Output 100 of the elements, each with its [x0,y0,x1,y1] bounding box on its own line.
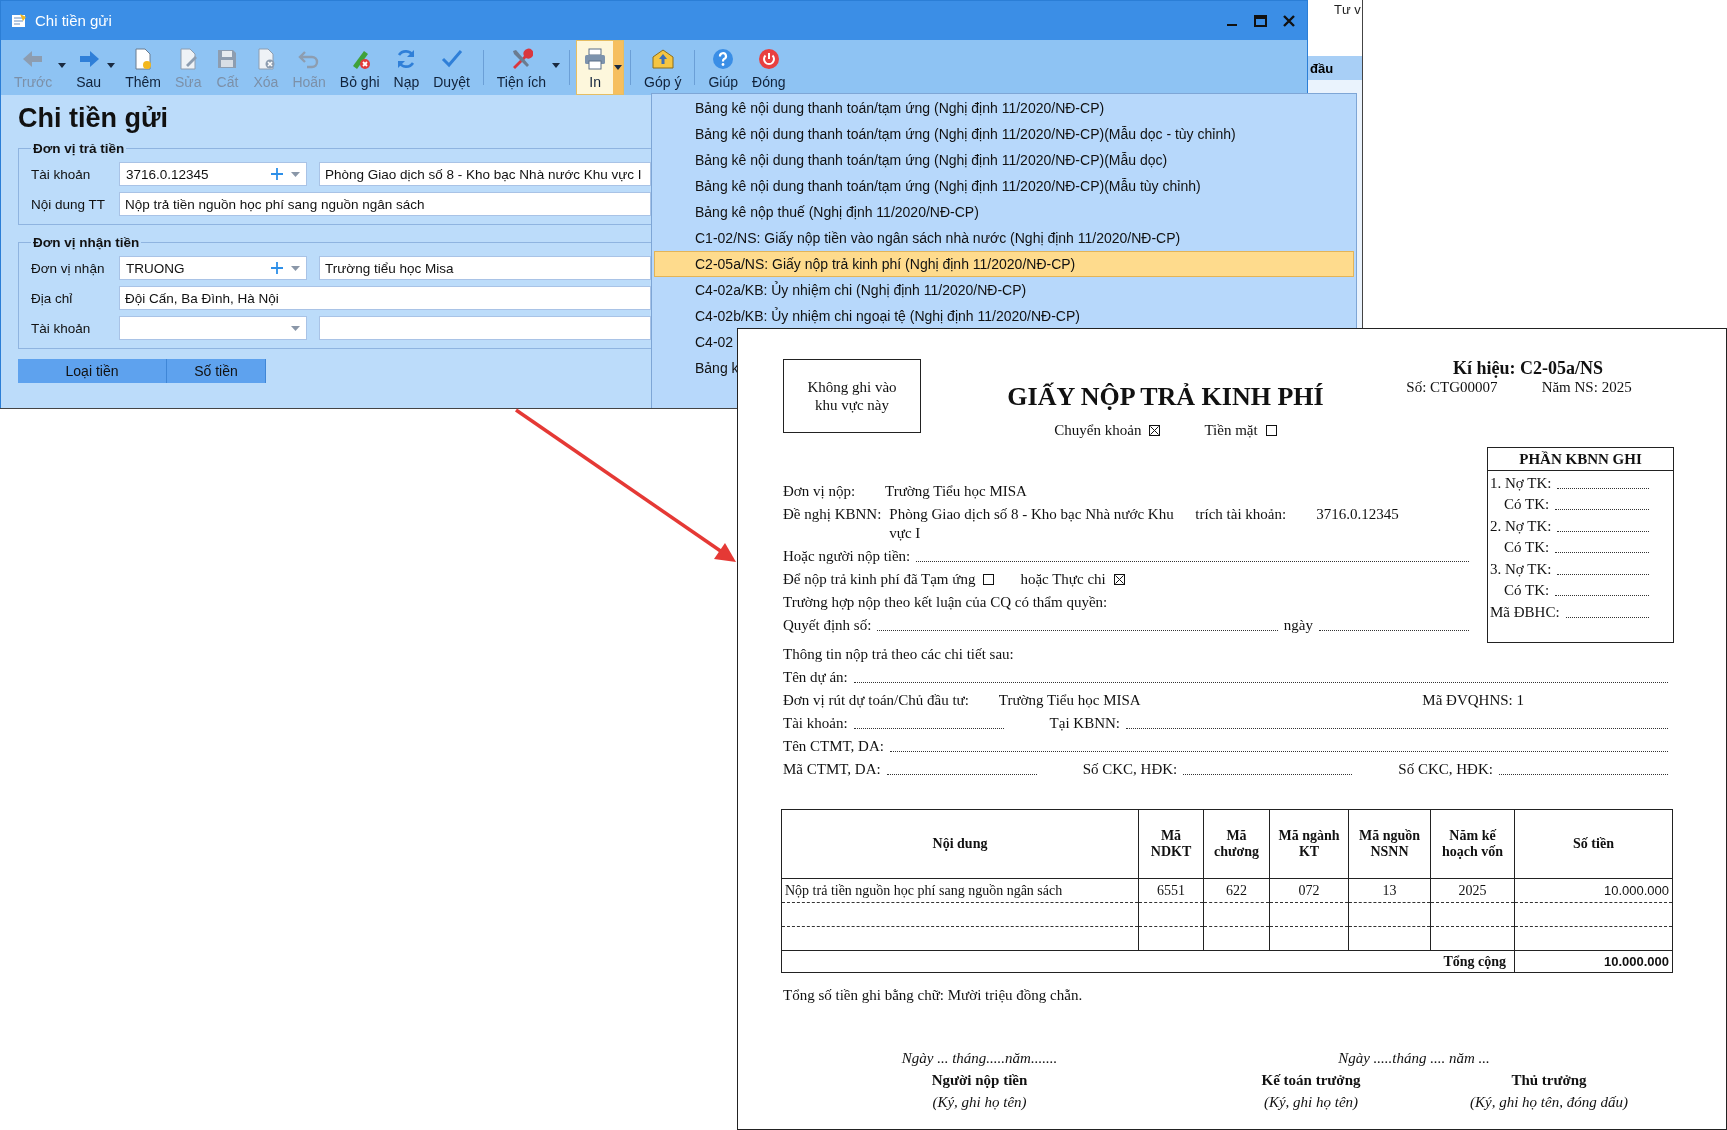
menu-item[interactable]: Bảng kê nội dung thanh toán/tạm ứng (Nghị định 11/2020/NĐ-CP)(Mẫu dọc) [654,147,1354,173]
signature-date: Ngày .....tháng .... năm ... [1337,1049,1491,1068]
table-cell: 2025 [1430,878,1515,903]
tray-arrow-icon [650,47,675,71]
field-label: Nội dung TT [31,196,107,212]
budget-year: Năm NS: 2025 [1541,379,1632,396]
menu-item[interactable]: Bảng kê nội dung thanh toán/tạm ứng (Nghị định 11/2020/NĐ-CP)(Mẫu dọc - tùy chỉnh) [654,121,1354,147]
form-label: Đơn vị nộp: [783,482,856,501]
toolbar-button[interactable]: Góp ý [637,40,689,95]
box-title: PHẦN KBNN GHI [1488,448,1673,471]
caret-icon [291,171,300,177]
caret-icon [291,325,300,331]
column-header[interactable]: Loại tiền [18,359,167,383]
caret-icon [291,265,300,271]
toolbar-button[interactable]: Thêm [118,40,168,95]
signer-title: Kế toán trưởng [1260,1071,1362,1090]
menu-item[interactable]: Bảng kê nội dung thanh toán/tạm ứng (Nghị định 11/2020/NĐ-CP)(Mẫu tùy chỉnh) [654,173,1354,199]
table-cell: 10.000.000 [1514,950,1673,973]
column-header: Năm kế hoạch vốn [1430,809,1515,879]
column-header: Mã nguồn NSNN [1348,809,1431,879]
form-label: Hoặc người nộp tiền: [783,547,911,566]
input-field[interactable]: Phòng Giao dịch số 8 - Kho bạc Nhà nước Khu vực I [319,162,651,186]
form-title: Chi tiền gửi [18,103,170,133]
column-header: Mã ngành KT [1269,809,1349,879]
form-label: 1. Nợ TK: [1490,473,1552,493]
field-label: Đơn vị nhận [31,260,106,276]
table-cell: 13 [1348,878,1431,903]
form-label: Số CKC, HĐK: [1398,760,1493,779]
form-label: Số CKC, HĐK: [1082,760,1178,779]
close-icon[interactable] [1283,14,1295,27]
toolbar-button[interactable]: Nạp [386,40,427,95]
window-title: Chi tiền gửi [35,12,113,29]
form-label: Mã CTMT, DA: [783,760,881,779]
field-label: Địa chỉ [31,290,74,306]
form-label: Thông tin nộp trả theo các chi tiết sau: [783,645,1014,664]
menu-item[interactable]: C4-02a/KB: Ủy nhiệm chi (Nghị định 11/2020/NĐ-CP) [654,277,1354,303]
input-field[interactable]: Trường tiểu học Misa [319,256,651,280]
menu-item[interactable]: Bảng kê nội dung thanh toán/tạm ứng (Nghị định 11/2020/NĐ-CP) [654,95,1354,121]
input-field[interactable]: Nộp trả tiền nguồn học phí sang nguồn ngân sách [119,192,651,216]
table-cell: 6551 [1138,878,1204,903]
form-label: Tại KBNN: [1049,714,1120,733]
option-label: Tiền mặt [1204,422,1258,439]
form-label: Có TK: [1504,495,1550,514]
menu-item[interactable]: C2-05a/NS: Giấy nộp trả kinh phí (Nghị định 11/2020/NĐ-CP) [654,251,1354,277]
option-label: Để nộp trả kinh phí đã Tạm ứng [783,570,976,589]
form-label: Có TK: [1504,538,1550,557]
table-cell: 622 [1203,878,1270,903]
form-label: Tài khoản: [783,714,848,733]
column-header[interactable]: Số tiền [167,359,266,383]
form-value: Trường Tiểu học MISA [998,691,1141,710]
document-number: Số: CTG00007 [1406,379,1498,396]
form-label: trích tài khoản: [1195,505,1287,524]
input-field[interactable] [319,316,651,340]
notice-box: Không ghi vào khu vực này [783,359,921,433]
help-icon [711,47,736,71]
table-cell: Nộp trả tiền nguồn học phí sang nguồn ngân sách [781,878,1139,903]
form-label: Trường hợp nộp theo kết luận của CQ có thẩm quyền: [783,593,1108,612]
menu-item[interactable]: C4-02b/KB: Ủy nhiệm chi ngoại tệ (Nghị định 11/2020/NĐ-CP) [654,303,1354,329]
signer-title: Thủ trưởng [1510,1071,1588,1090]
signature-note: (Ký, ghi họ tên) [931,1093,1028,1112]
signature-note: (Ký, ghi họ tên, đóng dấu) [1469,1093,1629,1112]
column-header[interactable]: đầu [1308,56,1362,80]
toolbar-button[interactable]: In [576,40,625,95]
form-label: Đơn vị rút dự toán/Chủ đầu tư: [783,691,969,710]
form-label: Tên dự án: [783,668,848,687]
form-code: Kí hiệu: C2-05a/NS [1452,357,1603,379]
form-label: Quyết định số: [783,616,872,635]
printer-icon [583,47,608,71]
form-label: Tên CTMT, DA: [783,737,884,756]
input-field[interactable]: Đội Cấn, Ba Đình, Hà Nội [119,286,651,310]
form-value: Trường Tiểu học MISA [885,482,1027,501]
group-title: Đơn vị trả tiền [32,141,126,156]
toolbar-button[interactable]: Tiện ích [489,40,564,95]
form-value: Phòng Giao dịch số 8 - Kho bạc Nhà nước Khu vực I [889,505,1175,543]
document-title: GIẤY NỘP TRẢ KINH PHÍ [1007,382,1324,412]
maximize-icon[interactable] [1254,14,1267,27]
form-label: ngày [1283,616,1313,635]
toolbar-button[interactable]: Sau [69,40,119,95]
window-icon [11,12,27,29]
column-header: Mã chương [1203,809,1270,879]
table-cell: 10.000.000 [1514,878,1673,903]
option-label: hoặc Thực chi [1020,570,1106,589]
group-title: Đơn vị nhận tiền [32,235,141,250]
menu-item[interactable]: Bảng kê nộp thuế (Nghị định 11/2020/NĐ-CP) [654,199,1354,225]
combo-box[interactable]: TRUONG [119,256,307,280]
combo-box[interactable]: 3716.0.12345 [119,162,307,186]
toolbar-button[interactable]: Bỏ ghi [332,40,387,95]
form-label: Có TK: [1504,581,1550,600]
form-label: Mã ĐBHC: [1490,602,1560,622]
table-cell: 072 [1269,878,1349,903]
toolbar-button[interactable]: Duyệt [426,40,477,95]
option-label: Chuyển khoản [1054,422,1142,439]
column-header: Nội dung [781,809,1139,879]
caret-icon [614,65,623,70]
form-label: Đề nghị KBNN: [783,505,882,524]
column-header: Mã NDKT [1138,809,1204,879]
table-cell: Tổng cộng [781,950,1515,973]
form-value: 3716.0.12345 [1316,505,1399,524]
window-title: Tư v [1334,2,1361,17]
menu-item[interactable]: C1-02/NS: Giấy nộp tiền vào ngân sách nhà nước (Nghị định 11/2020/NĐ-CP) [654,225,1354,251]
